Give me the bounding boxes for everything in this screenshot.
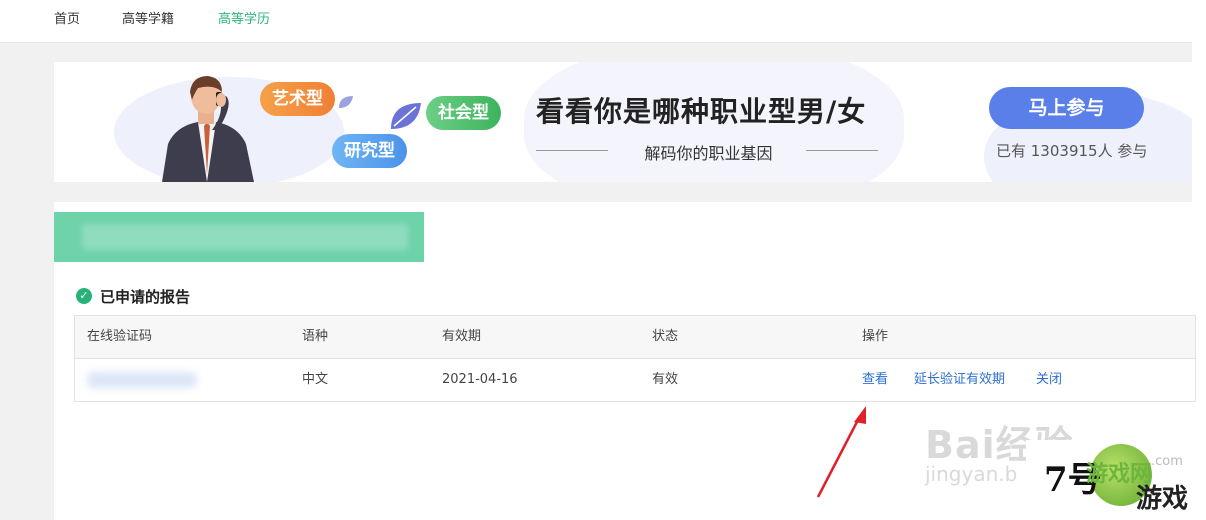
tag-investigative: 研究型 [332,134,407,168]
table-row: 中文 2021-04-16 有效 查看 延长验证有效期 关闭 [75,359,1195,401]
top-nav: 首页 高等学籍 高等学历 [0,0,1192,43]
participant-count: 已有 1303915人 参与 [996,142,1148,160]
nav-item-higher-degree[interactable]: 高等学历 [218,8,270,27]
tag-artistic: 艺术型 [260,82,335,116]
logo-bottom-text: 游戏 [1136,484,1189,514]
extend-validity-link[interactable]: 延长验证有效期 [914,359,1005,401]
main-content: ✓ 已申请的报告 在线验证码 语种 有效期 状态 操作 中文 2021-04-1… [54,202,1196,520]
column-header-status: 状态 [652,329,679,344]
redacted-header-block [54,212,424,262]
red-arrow-annotation [816,406,866,498]
column-header-actions: 操作 [862,329,889,344]
logo-domain: .com [1151,454,1183,469]
nav-item-home[interactable]: 首页 [54,8,80,27]
tag-social: 社会型 [426,96,501,130]
career-quiz-banner[interactable]: 艺术型 社会型 研究型 看看你是哪种职业型男/女 解码你的职业基因 马上参与 已… [54,62,1192,182]
nav-item-higher-enrollment[interactable]: 高等学籍 [122,8,174,27]
check-circle-icon: ✓ [76,288,92,304]
divider [806,150,878,151]
site-logo-watermark: 7号 游戏网 .com 游戏 [1026,440,1206,520]
businessman-illustration [162,76,254,182]
report-table: 在线验证码 语种 有效期 状态 操作 中文 2021-04-16 有效 查看 延… [74,315,1196,402]
join-now-button[interactable]: 马上参与 [989,87,1144,129]
view-link[interactable]: 查看 [862,359,888,401]
column-header-language: 语种 [302,329,329,344]
cell-status: 有效 [652,372,679,387]
section-title: 已申请的报告 [100,288,191,306]
banner-title: 看看你是哪种职业型男/女 [536,95,867,128]
close-link[interactable]: 关闭 [1036,359,1062,401]
blurred-verification-code [87,372,197,388]
cell-expiry: 2021-04-16 [442,372,518,387]
banner-subtitle: 解码你的职业基因 [644,144,773,163]
column-header-expiry: 有效期 [442,329,482,344]
blurred-text [82,224,408,250]
table-header-row: 在线验证码 语种 有效期 状态 操作 [75,316,1195,359]
column-header-code: 在线验证码 [87,329,153,344]
leaf-icon [339,96,353,108]
leaf-icon [391,103,421,129]
baidu-watermark-sub: jingyan.b [925,462,1018,486]
cell-language: 中文 [302,372,329,387]
